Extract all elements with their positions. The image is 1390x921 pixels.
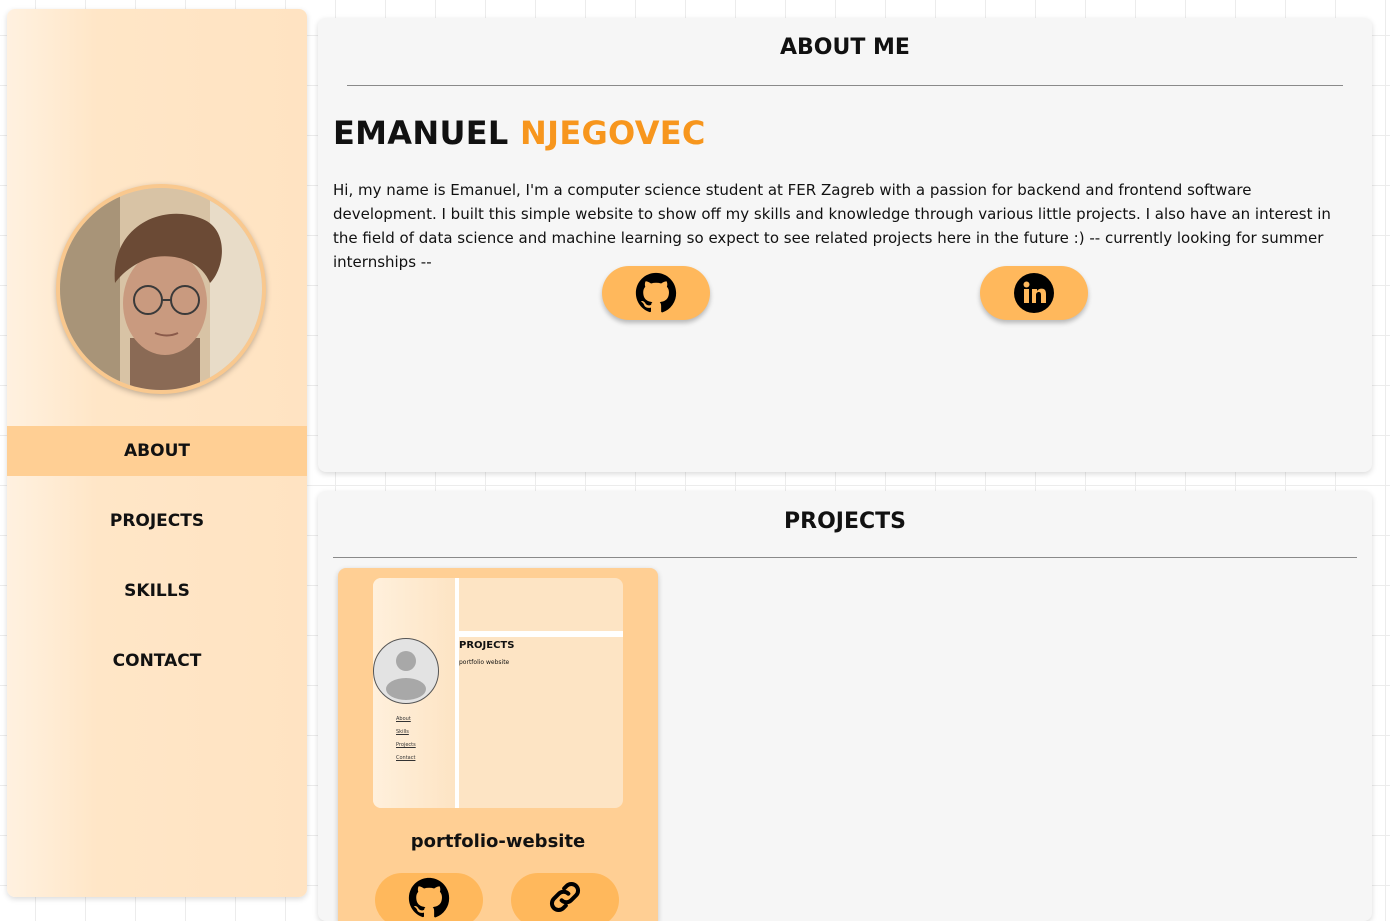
about-panel: ABOUT ME EMANUEL NJEGOVEC Hi, my name is…: [318, 18, 1372, 472]
project-name: portfolio-website: [410, 831, 586, 852]
name-heading: EMANUEL NJEGOVEC: [333, 114, 706, 152]
nav-contact[interactable]: CONTACT: [7, 636, 307, 686]
nav-about[interactable]: ABOUT: [7, 426, 307, 476]
thumbnail-subtitle: portfolio website: [459, 659, 510, 666]
projects-divider: [333, 557, 1357, 558]
link-icon: [550, 882, 580, 912]
nav-projects[interactable]: PROJECTS: [7, 496, 307, 546]
last-name: NJEGOVEC: [520, 114, 706, 152]
project-link-button[interactable]: [511, 873, 619, 921]
about-divider: [347, 85, 1343, 86]
nav-skills[interactable]: SKILLS: [7, 566, 307, 616]
thumbnail-link-contact: Contact: [396, 755, 416, 761]
placeholder-avatar-icon: [373, 638, 439, 704]
thumbnail-link-projects: Projects: [396, 742, 416, 748]
linkedin-button[interactable]: [980, 266, 1088, 320]
project-card: PROJECTS portfolio website About Skills …: [338, 568, 658, 921]
sidebar: ABOUT PROJECTS SKILLS CONTACT: [7, 9, 307, 897]
project-thumbnail: PROJECTS portfolio website About Skills …: [373, 578, 623, 808]
projects-panel: PROJECTS PROJECTS portfolio website Abou…: [318, 491, 1372, 921]
github-icon: [635, 272, 677, 313]
github-button[interactable]: [602, 266, 710, 320]
about-title: ABOUT ME: [780, 35, 910, 60]
linkedin-icon: [1014, 273, 1054, 313]
thumbnail-link-skills: Skills: [396, 729, 409, 735]
first-name: EMANUEL: [333, 114, 509, 152]
thumbnail-link-about: About: [396, 716, 411, 722]
profile-photo: [56, 184, 266, 394]
thumbnail-divider: [455, 578, 459, 808]
thumbnail-title: PROJECTS: [459, 640, 515, 651]
bio-text: Hi, my name is Emanuel, I'm a computer s…: [333, 181, 1331, 271]
thumbnail-header-line: [459, 631, 623, 637]
project-github-button[interactable]: [375, 873, 483, 921]
github-icon: [408, 877, 450, 918]
user-placeholder-icon: [386, 651, 426, 700]
profile-photo-image: [60, 188, 262, 390]
projects-title: PROJECTS: [784, 509, 906, 534]
